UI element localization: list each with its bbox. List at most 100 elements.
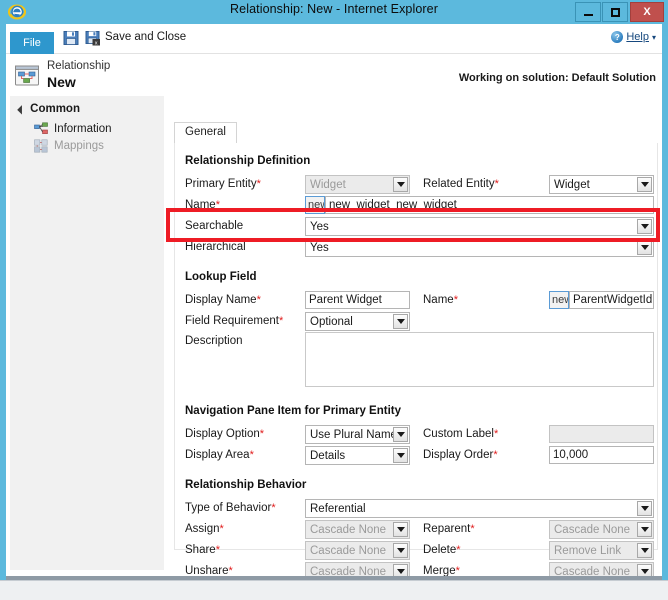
chevron-down-icon — [393, 314, 408, 329]
label-share: Share* — [185, 544, 220, 556]
title-bar: Relationship: New - Internet Explorer X — [0, 0, 668, 24]
minimize-icon — [584, 14, 593, 16]
select-field-requirement[interactable]: Optional — [305, 312, 410, 331]
chevron-down-icon — [637, 522, 652, 537]
select-value: Cascade None — [310, 543, 386, 559]
description-textarea[interactable] — [305, 332, 654, 387]
taskbar-strip — [0, 580, 668, 600]
minimize-button[interactable] — [575, 2, 601, 22]
select-delete[interactable]: Remove Link — [549, 541, 654, 560]
relationship-name-prefix: new_ — [305, 196, 325, 214]
tab-general[interactable]: General — [174, 122, 237, 144]
chevron-down-icon — [393, 177, 408, 192]
label-display-option: Display Option* — [185, 428, 264, 440]
display-name-input[interactable]: Parent Widget — [305, 291, 410, 309]
window-title: Relationship: New - Internet Explorer — [0, 2, 668, 16]
sidebar-item-label: Information — [54, 123, 112, 135]
select-primary-entity[interactable]: Widget — [305, 175, 410, 194]
label-reparent: Reparent* — [423, 523, 475, 535]
label-relationship-name: Name* — [185, 199, 220, 211]
sidebar-item-mappings[interactable]: Mappings — [34, 139, 104, 153]
chevron-down-icon: ◣ — [17, 104, 28, 115]
display-order-input[interactable]: 10,000 — [549, 446, 654, 464]
required-asterisk: * — [279, 315, 283, 327]
required-asterisk: * — [495, 178, 499, 190]
select-display-option[interactable]: Use Plural Name — [305, 425, 410, 444]
label-assign: Assign* — [185, 523, 224, 535]
lookup-name-input[interactable]: ParentWidgetId — [569, 291, 654, 309]
required-asterisk: * — [260, 428, 264, 440]
required-asterisk: * — [470, 523, 474, 535]
required-asterisk: * — [216, 544, 220, 556]
label-hierarchical: Hierarchical — [185, 241, 246, 253]
file-menu-tab[interactable]: File — [10, 32, 54, 54]
required-asterisk: * — [250, 449, 254, 461]
select-share[interactable]: Cascade None — [305, 541, 410, 560]
required-asterisk: * — [456, 544, 460, 556]
left-navigation-pane: ◣ Common Information — [10, 96, 164, 570]
browser-window: Relationship: New - Internet Explorer X … — [0, 0, 668, 600]
sidebar-item-information[interactable]: Information — [34, 122, 112, 136]
tab-strip: General — [174, 122, 658, 144]
chevron-down-icon — [637, 177, 652, 192]
save-icon[interactable] — [63, 30, 79, 46]
maximize-button[interactable] — [602, 2, 628, 22]
label-text: Delete — [423, 544, 456, 556]
close-button[interactable]: X — [630, 2, 664, 22]
section-title-relationship-behavior: Relationship Behavior — [185, 479, 306, 491]
label-text: Hierarchical — [185, 241, 246, 253]
label-display-name: Display Name* — [185, 294, 261, 306]
relationship-icon — [14, 63, 40, 89]
select-related-entity[interactable]: Widget — [549, 175, 654, 194]
select-display-area[interactable]: Details — [305, 446, 410, 465]
help-label: Help — [626, 31, 649, 43]
required-asterisk: * — [271, 502, 275, 514]
label-text: Name — [185, 199, 216, 211]
select-value: Yes — [310, 240, 329, 256]
select-type-of-behavior[interactable]: Referential — [305, 499, 654, 518]
chevron-down-icon — [637, 501, 652, 516]
select-reparent[interactable]: Cascade None — [549, 520, 654, 539]
chevron-down-icon — [393, 427, 408, 442]
label-type-of-behavior: Type of Behavior* — [185, 502, 276, 514]
chevron-down-icon — [393, 448, 408, 463]
custom-label-input[interactable] — [549, 425, 654, 443]
select-hierarchical[interactable]: Yes — [305, 238, 654, 257]
chevron-down-icon — [637, 240, 652, 255]
chevron-down-icon — [393, 543, 408, 558]
chevron-down-icon — [393, 522, 408, 537]
solution-context-label: Working on solution: Default Solution — [459, 72, 656, 84]
required-asterisk: * — [257, 294, 261, 306]
help-icon: ? — [611, 31, 623, 43]
nav-group-common[interactable]: ◣ Common — [19, 103, 80, 115]
section-title-lookup-field: Lookup Field — [185, 271, 257, 283]
select-value: Cascade None — [554, 522, 630, 538]
select-value: Use Plural Name — [310, 427, 397, 443]
section-title-relationship-definition: Relationship Definition — [185, 155, 310, 167]
save-and-close-icon[interactable]: x — [85, 30, 101, 46]
label-text: Display Name — [185, 294, 257, 306]
required-asterisk: * — [494, 428, 498, 440]
help-button[interactable]: ? Help ▾ — [611, 31, 656, 43]
required-asterisk: * — [216, 199, 220, 211]
label-related-entity: Related Entity* — [423, 178, 499, 190]
label-text: Display Order — [423, 449, 493, 461]
select-value: Referential — [310, 501, 366, 517]
command-bar: File x Save and Cl — [6, 24, 662, 54]
select-value: Widget — [310, 177, 346, 193]
label-display-area: Display Area* — [185, 449, 254, 461]
relationship-name-input[interactable]: new_widget_new_widget — [325, 196, 654, 214]
label-delete: Delete* — [423, 544, 461, 556]
select-searchable[interactable]: Yes — [305, 217, 654, 236]
lookup-name-prefix: new_ — [549, 291, 569, 309]
svg-text:x: x — [95, 40, 98, 46]
sidebar-item-label: Mappings — [54, 140, 104, 152]
required-asterisk: * — [493, 449, 497, 461]
save-and-close-label[interactable]: Save and Close — [105, 31, 186, 43]
label-searchable: Searchable — [185, 220, 243, 232]
select-assign[interactable]: Cascade None — [305, 520, 410, 539]
label-text: Type of Behavior — [185, 502, 271, 514]
label-custom-label: Custom Label* — [423, 428, 498, 440]
select-value: Yes — [310, 219, 329, 235]
select-value: Cascade None — [310, 522, 386, 538]
